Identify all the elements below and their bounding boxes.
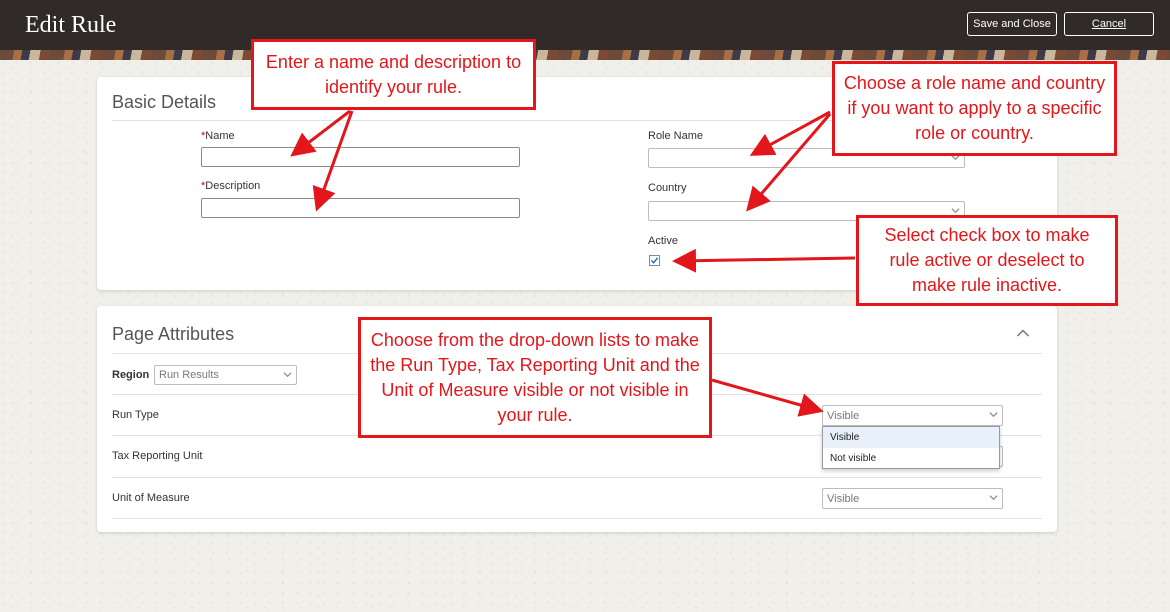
decorative-banner [0,50,1170,60]
run-type-dropdown-list: Visible Not visible [822,426,1000,469]
page-attributes-title: Page Attributes [112,324,235,344]
description-label: *Description [201,180,260,192]
country-label: Country [648,182,687,194]
callout-active: Select check box to make rule active or … [856,215,1118,306]
unit-of-measure-select-value: Visible [827,492,860,505]
checkmark-icon [650,257,659,264]
unit-of-measure-select[interactable]: Visible [822,488,1003,509]
name-input[interactable] [201,147,520,167]
callout-dropdowns: Choose from the drop-down lists to make … [358,317,712,438]
description-input[interactable] [201,198,520,218]
divider [112,518,1042,519]
chevron-down-icon [989,410,998,418]
region-select-value: Run Results [159,369,219,381]
run-type-select-value: Visible [827,409,860,422]
chevron-down-icon [989,493,998,501]
chevron-down-icon [951,206,960,214]
save-and-close-button[interactable]: Save and Close [967,12,1057,36]
description-label-text: Description [205,180,261,192]
callout-name-description: Enter a name and description to identify… [251,39,536,110]
cancel-button[interactable]: Cancel [1064,12,1154,36]
run-type-label: Run Type [112,409,159,421]
run-type-select[interactable]: Visible [822,405,1003,426]
name-label: *Name [201,130,235,142]
name-label-text: Name [205,130,235,142]
dropdown-option-not-visible[interactable]: Not visible [823,448,999,469]
dropdown-option-visible[interactable]: Visible [823,427,999,448]
app-header: Edit Rule Save and Close Cancel [0,0,1170,50]
callout-role-country: Choose a role name and country if you wa… [832,61,1117,156]
active-label: Active [648,235,678,247]
region-label: Region [112,369,150,381]
tax-reporting-unit-label: Tax Reporting Unit [112,450,203,462]
active-checkbox[interactable] [649,255,660,266]
basic-details-title: Basic Details [112,92,217,112]
page-title: Edit Rule [25,12,117,38]
chevron-down-icon [283,370,292,378]
role-name-label: Role Name [648,130,704,142]
region-select[interactable]: Run Results [154,365,297,385]
chevron-up-icon[interactable] [1016,325,1030,343]
unit-of-measure-label: Unit of Measure [112,492,190,504]
divider [112,477,1042,478]
